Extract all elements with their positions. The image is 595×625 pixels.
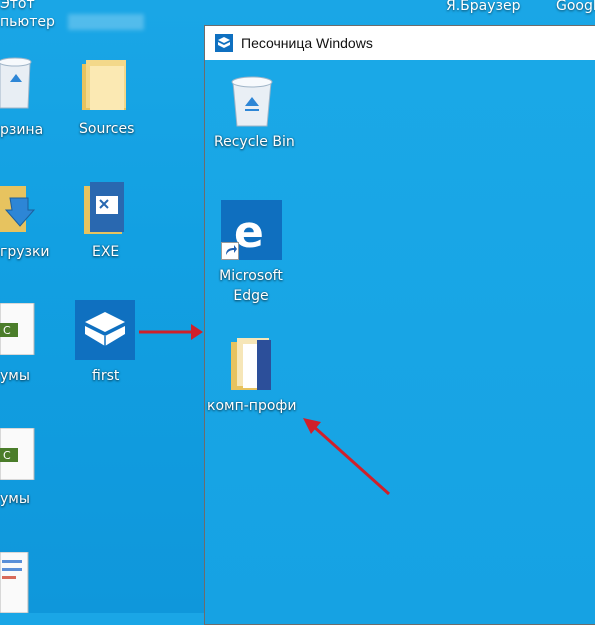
recycle-bin-icon [0, 57, 32, 109]
desktop-icon-first[interactable] [75, 300, 135, 360]
desktop-icon-exe[interactable] [82, 182, 126, 236]
desktop-label-this-pc: пьютер [0, 14, 55, 30]
sandbox-icon-edge-label: Microsoft Edge [219, 268, 283, 304]
sandbox-icon [75, 300, 135, 360]
document-icon [0, 551, 29, 614]
desktop-label-this-pc-top: Этот [0, 0, 35, 12]
folder-icon [231, 338, 271, 390]
folder-icon [82, 60, 126, 110]
exe-folder-icon [84, 182, 124, 234]
shortcut-arrow-icon [221, 242, 239, 260]
sandbox-icon-recycle-bin[interactable] [227, 72, 277, 128]
downloads-folder-icon [0, 186, 36, 232]
desktop-label-google: Googl [556, 0, 595, 14]
desktop-icon-document-2-label: умы [0, 491, 30, 507]
recycle-bin-icon [231, 76, 273, 127]
sandbox-icon-folder-komp-profi[interactable] [229, 336, 275, 392]
desktop-blurred-label [68, 14, 144, 30]
desktop-icon-downloads-label: грузки [0, 244, 50, 260]
desktop-icon-recycle-bin[interactable] [0, 52, 40, 112]
document-icon: C [0, 427, 35, 481]
desktop-icon-exe-label: EXE [92, 244, 120, 260]
desktop-icon-document-1-label: умы [0, 368, 30, 384]
red-arrow-right [139, 324, 203, 340]
svg-text:C: C [3, 324, 11, 337]
desktop-icon-downloads[interactable] [0, 180, 36, 234]
desktop-label-yandex-browser: Я.Браузер [446, 0, 521, 14]
desktop-icon-document-1[interactable]: C [0, 302, 36, 356]
desktop-icon-document-2[interactable]: C [0, 427, 36, 481]
desktop-icon-document-3[interactable] [0, 551, 30, 614]
document-icon: C [0, 302, 35, 356]
sandbox-window-titlebar[interactable]: Песочница Windows [205, 26, 595, 60]
desktop-icon-sources-label: Sources [79, 121, 135, 137]
sandbox-icon-recycle-bin-label: Recycle Bin [214, 134, 295, 150]
sandbox-desktop: Recycle Bin e Microsoft Edge комп-профи [205, 60, 595, 624]
desktop-icon-sources[interactable] [80, 58, 130, 112]
svg-text:C: C [3, 449, 11, 462]
red-arrow-diagonal [303, 418, 391, 496]
sandbox-icon-folder-komp-profi-label: комп-профи [207, 398, 297, 414]
sandbox-window-icon [215, 34, 233, 52]
desktop-icon-recycle-bin-label: рзина [0, 122, 44, 138]
sandbox-window[interactable]: Песочница Windows Recycle Bin e Microsof… [204, 25, 595, 625]
sandbox-window-title: Песочница Windows [241, 35, 373, 51]
desktop-icon-first-label: first [92, 368, 120, 384]
